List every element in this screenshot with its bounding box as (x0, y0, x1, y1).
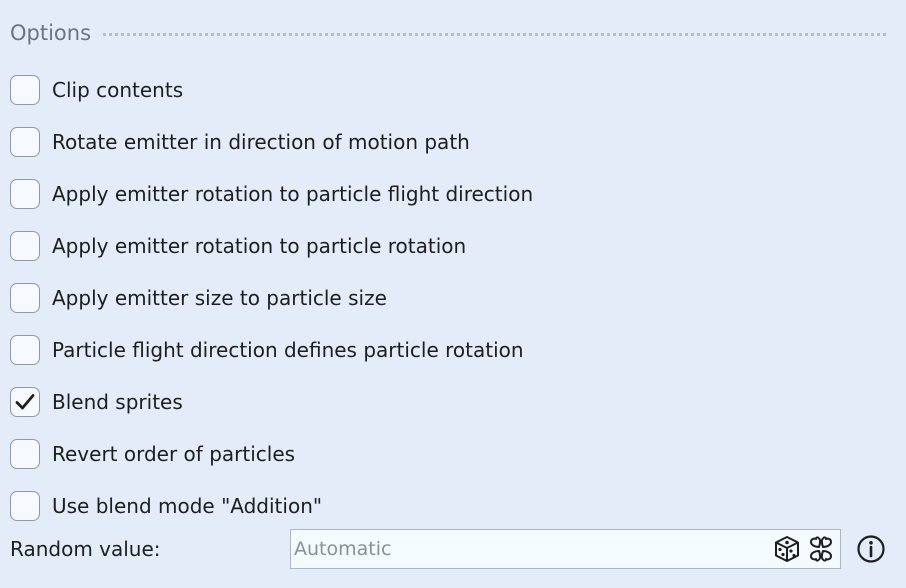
emitter-rotation-particle-rotation-label: Apply emitter rotation to particle rotat… (52, 234, 467, 258)
option-emitter-size-particle-size[interactable]: Apply emitter size to particle size (10, 272, 533, 324)
options-section-header: Options (10, 18, 886, 48)
info-icon[interactable] (856, 534, 886, 564)
random-value-row: Random value: (10, 529, 890, 569)
option-blend-mode-addition[interactable]: Use blend mode "Addition" (10, 480, 533, 532)
blend-sprites-label: Blend sprites (52, 390, 183, 414)
random-value-field[interactable] (290, 529, 841, 569)
options-list: Clip contents Rotate emitter in directio… (10, 64, 533, 532)
option-emitter-rotation-particle-rotation[interactable]: Apply emitter rotation to particle rotat… (10, 220, 533, 272)
revert-order-particles-label: Revert order of particles (52, 442, 296, 466)
clover-icon[interactable] (806, 534, 836, 564)
emitter-rotation-flight-direction-checkbox[interactable] (10, 179, 40, 209)
rotate-emitter-motion-path-label: Rotate emitter in direction of motion pa… (52, 130, 470, 154)
section-title: Options (10, 21, 92, 45)
blend-sprites-checkbox[interactable] (10, 387, 40, 417)
emitter-size-particle-size-checkbox[interactable] (10, 283, 40, 313)
option-clip-contents[interactable]: Clip contents (10, 64, 533, 116)
checkmark-icon (15, 394, 35, 410)
option-revert-order-particles[interactable]: Revert order of particles (10, 428, 533, 480)
emitter-rotation-particle-rotation-checkbox[interactable] (10, 231, 40, 261)
random-value-label: Random value: (10, 537, 161, 561)
section-divider (103, 32, 886, 36)
blend-mode-addition-checkbox[interactable] (10, 491, 40, 521)
rotate-emitter-motion-path-checkbox[interactable] (10, 127, 40, 157)
option-blend-sprites[interactable]: Blend sprites (10, 376, 533, 428)
option-emitter-rotation-flight-direction[interactable]: Apply emitter rotation to particle fligh… (10, 168, 533, 220)
emitter-size-particle-size-label: Apply emitter size to particle size (52, 286, 387, 310)
option-flight-direction-defines-rotation[interactable]: Particle flight direction defines partic… (10, 324, 533, 376)
emitter-rotation-flight-direction-label: Apply emitter rotation to particle fligh… (52, 182, 534, 206)
revert-order-particles-checkbox[interactable] (10, 439, 40, 469)
option-rotate-emitter-motion-path[interactable]: Rotate emitter in direction of motion pa… (10, 116, 533, 168)
clip-contents-checkbox[interactable] (10, 75, 40, 105)
blend-mode-addition-label: Use blend mode "Addition" (52, 494, 323, 518)
flight-direction-defines-rotation-checkbox[interactable] (10, 335, 40, 365)
flight-direction-defines-rotation-label: Particle flight direction defines partic… (52, 338, 524, 362)
clip-contents-label: Clip contents (52, 78, 184, 102)
dice-icon[interactable] (772, 534, 802, 564)
random-value-input[interactable] (291, 531, 772, 567)
